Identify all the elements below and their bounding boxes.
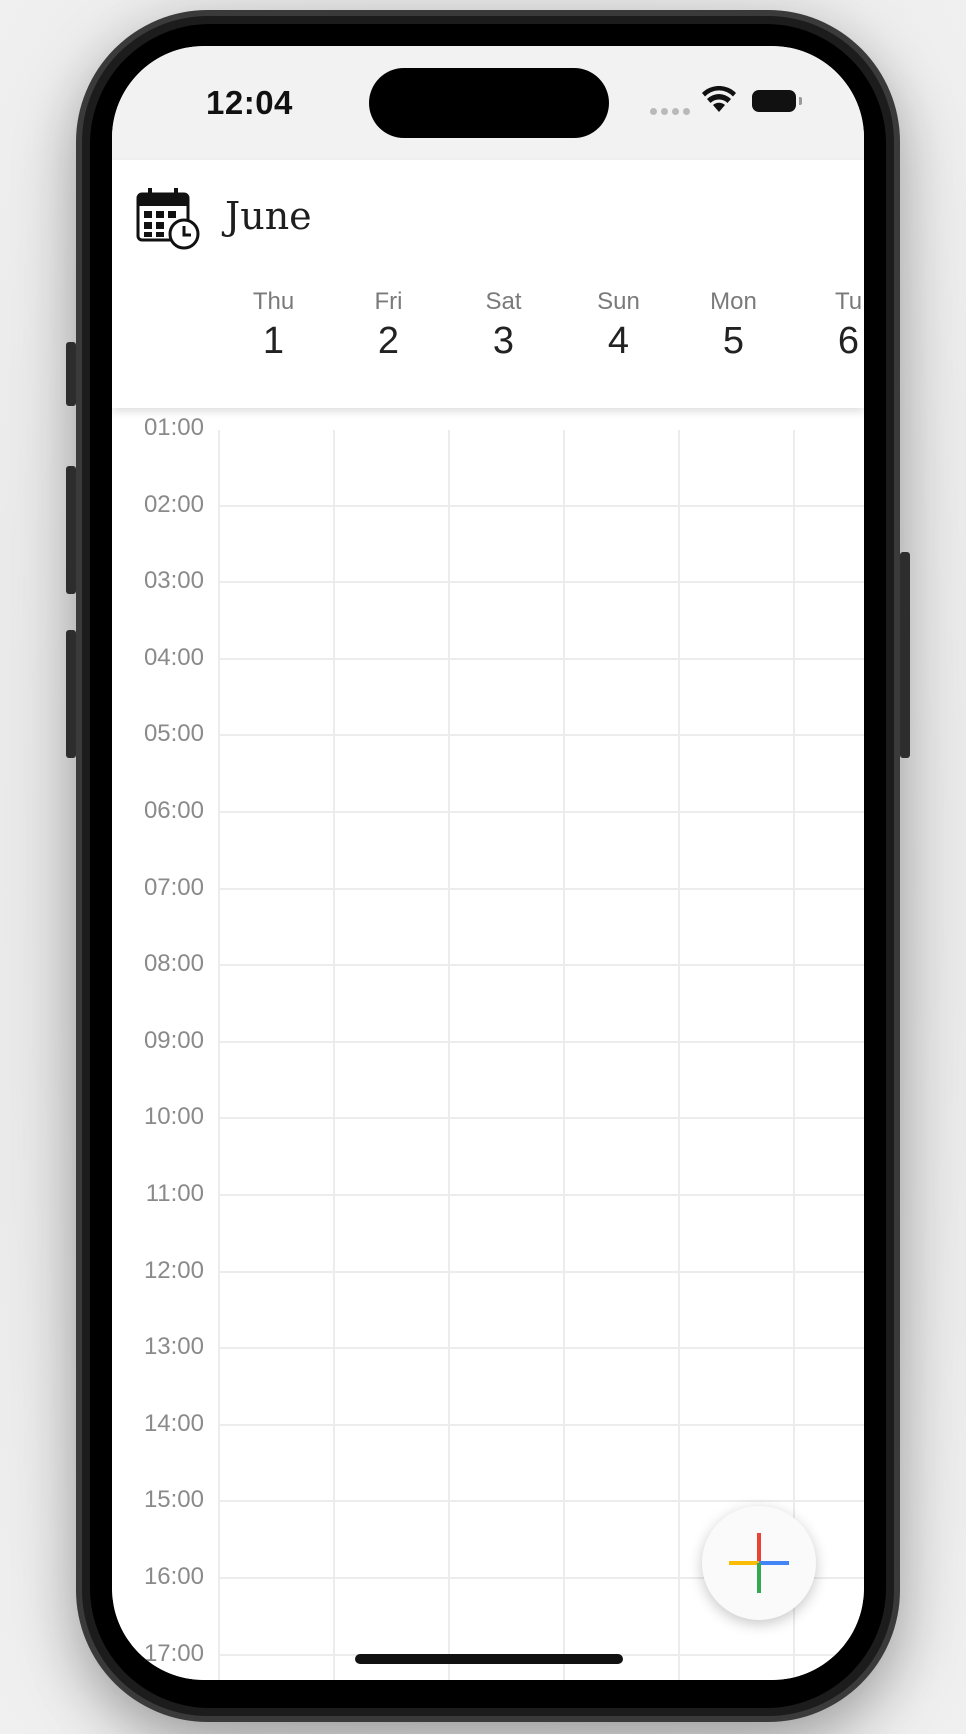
hour-gridline: [218, 581, 864, 584]
hour-label: 10:00: [143, 1103, 204, 1131]
hour-gridline: [218, 1423, 864, 1426]
volume-up-button: [66, 466, 76, 594]
status-bar: 12:04: [112, 46, 864, 160]
day-of-week: Tu: [834, 288, 863, 315]
month-title[interactable]: June: [225, 194, 312, 238]
day-number: 2: [377, 320, 400, 362]
day-header-sat[interactable]: Sat 3: [446, 288, 561, 364]
hour-gridline: [218, 1194, 864, 1196]
screen: 12:04 June Thu 1 Fri 2 Sat 3 Sun 4 Mon 5…: [112, 46, 864, 1680]
wifi-icon: [702, 86, 736, 112]
action-button: [66, 342, 76, 406]
hour-gridline: [218, 734, 864, 737]
day-header-tue[interactable]: Tu 6: [791, 288, 864, 364]
day-column-divider: [563, 430, 565, 1680]
hour-label: 07:00: [143, 873, 204, 901]
hour-label: 17:00: [143, 1639, 204, 1667]
hour-label: 11:00: [145, 1180, 204, 1207]
dynamic-island: [369, 68, 609, 138]
calendar-clock-icon[interactable]: [136, 186, 200, 250]
day-column-divider: [448, 430, 450, 1680]
hour-label: 12:00: [143, 1256, 204, 1284]
hour-label: 04:00: [143, 643, 204, 671]
day-of-week: Fri: [374, 288, 403, 315]
day-of-week: Mon: [710, 288, 757, 315]
signal-dots-icon: [650, 108, 690, 115]
hour-gridline: [218, 504, 864, 507]
day-number: 3: [492, 320, 515, 362]
hour-label: 16:00: [143, 1563, 204, 1590]
day-header-mon[interactable]: Mon 5: [676, 288, 791, 364]
power-button: [900, 552, 910, 758]
day-header-sun[interactable]: Sun 4: [561, 288, 676, 364]
hour-label: 13:00: [143, 1333, 204, 1361]
hour-label: 14:00: [143, 1409, 204, 1437]
day-number: 4: [607, 320, 630, 362]
hour-label: 05:00: [143, 720, 204, 748]
hour-gridline: [218, 887, 864, 890]
day-number: 1: [262, 320, 285, 362]
hour-gridline: [218, 1270, 864, 1273]
day-header-thu[interactable]: Thu 1: [216, 288, 331, 364]
hour-gridline: [218, 964, 864, 967]
calendar-header: June Thu 1 Fri 2 Sat 3 Sun 4 Mon 5 Tu 6: [112, 160, 864, 408]
add-plus-icon: [729, 1533, 789, 1593]
day-column-divider: [218, 430, 220, 1680]
day-of-week: Sat: [485, 288, 522, 315]
hour-gridline: [218, 1040, 864, 1043]
hour-label: 15:00: [143, 1486, 204, 1514]
hour-label: 03:00: [143, 567, 204, 595]
day-of-week: Sun: [597, 288, 640, 315]
hour-label: 06:00: [143, 797, 204, 824]
hour-label: 02:00: [143, 490, 204, 518]
hour-label: 09:00: [143, 1026, 204, 1054]
add-event-button[interactable]: [702, 1506, 816, 1620]
day-number: 5: [722, 320, 745, 362]
hour-label: 08:00: [143, 950, 204, 978]
hour-gridline: [218, 811, 864, 813]
home-indicator: [355, 1654, 623, 1664]
day-column-divider: [793, 430, 795, 1680]
battery-icon: [752, 90, 796, 112]
day-number: 6: [837, 320, 860, 362]
hour-label: 01:00: [143, 414, 204, 441]
hour-gridline: [218, 1347, 864, 1350]
day-header-fri[interactable]: Fri 2: [331, 288, 446, 364]
week-timeline-grid[interactable]: 01:00 02:00 03:00 04:00 05:00 06:00 07:00 08:00…: [112, 408, 864, 1680]
hour-gridline: [218, 1500, 864, 1503]
volume-down-button: [66, 630, 76, 758]
day-column-divider: [333, 430, 335, 1680]
day-column-divider: [678, 430, 680, 1680]
day-of-week: Thu: [252, 288, 295, 315]
hour-gridline: [218, 657, 864, 660]
status-time: 12:04: [206, 84, 293, 121]
hour-gridline: [218, 1117, 864, 1120]
